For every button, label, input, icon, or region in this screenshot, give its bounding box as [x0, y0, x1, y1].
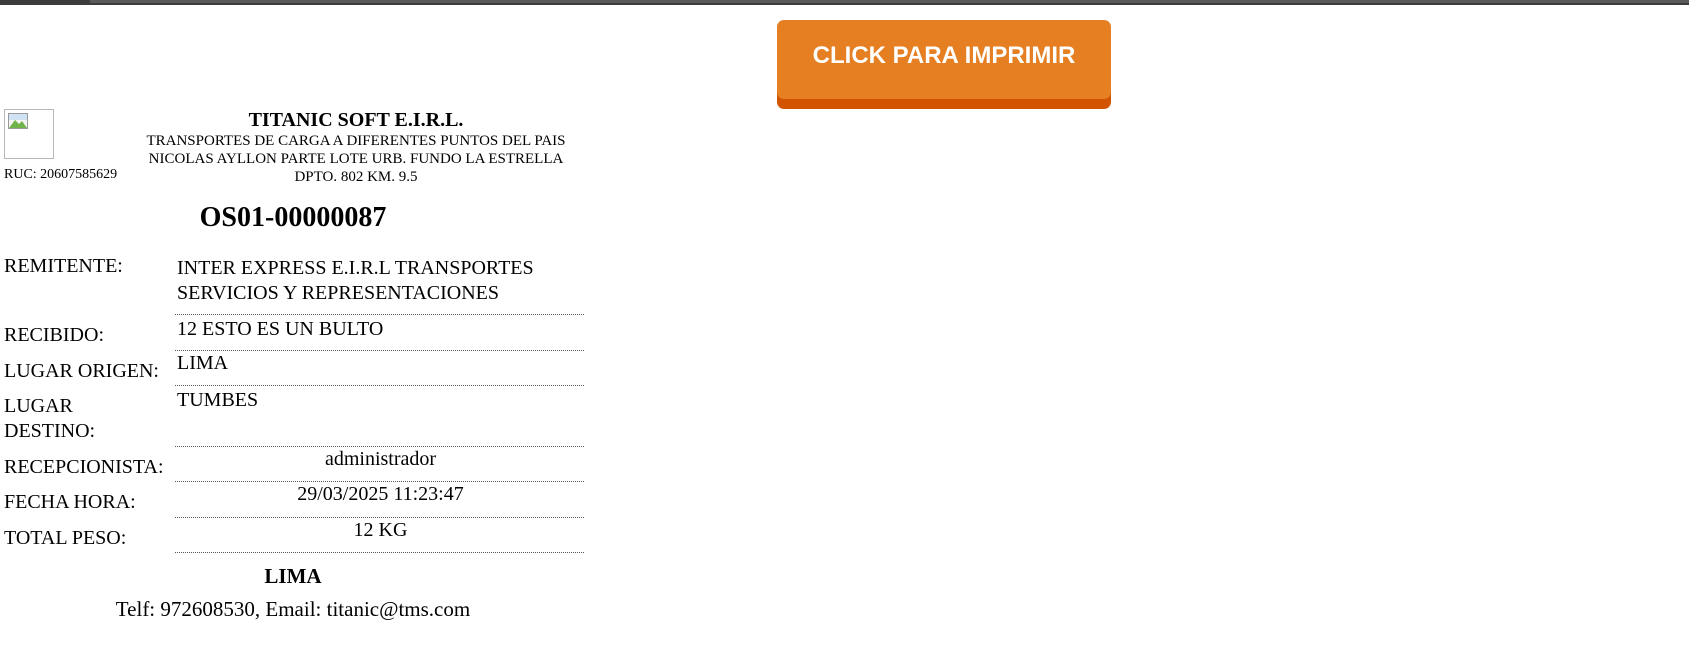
top-bar — [0, 0, 1689, 5]
footer-contact: Telf: 972608530, Email: titanic@tms.com — [115, 597, 471, 621]
field-label: LUGAR DESTINO: — [4, 395, 96, 442]
company-name: TITANIC SOFT E.I.R.L. — [248, 109, 464, 131]
print-button[interactable]: CLICK PARA IMPRIMIR — [777, 20, 1111, 99]
company-header: TITANIC SOFT E.I.R.L. TRANSPORTES DE CAR… — [130, 108, 582, 186]
footer-city: LIMA — [264, 564, 322, 588]
field-row-total-peso: TOTAL PESO: 12 KG — [4, 518, 584, 553]
field-label: REMITENTE: — [4, 255, 123, 277]
field-value: administrador — [175, 447, 584, 482]
company-address-line-1: NICOLAS AYLLON PARTE LOTE URB. FUNDO LA … — [148, 151, 564, 167]
field-row-remitente: REMITENTE: INTER EXPRESS E.I.R.L TRANSPO… — [4, 254, 584, 315]
field-value: 12 KG — [175, 518, 584, 553]
field-label: LUGAR ORIGEN: — [4, 360, 159, 382]
field-row-lugar-destino: LUGAR DESTINO: TUMBES — [4, 386, 584, 447]
field-label: RECEPCIONISTA: — [4, 456, 164, 478]
field-value: 29/03/2025 11:23:47 — [175, 482, 584, 518]
field-value: 12 ESTO ES UN BULTO — [175, 315, 584, 351]
company-description: TRANSPORTES DE CARGA A DIFERENTES PUNTOS… — [146, 133, 566, 149]
field-label: TOTAL PESO: — [4, 527, 127, 549]
order-fields: REMITENTE: INTER EXPRESS E.I.R.L TRANSPO… — [4, 254, 584, 553]
field-row-recepcionista: RECEPCIONISTA: administrador — [4, 447, 584, 482]
field-row-fecha-hora: FECHA HORA: 29/03/2025 11:23:47 — [4, 482, 584, 518]
field-value: TUMBES — [175, 386, 584, 447]
ruc-number: RUC: 20607585629 — [4, 167, 118, 182]
field-label: RECIBIDO: — [4, 324, 104, 346]
field-value: LIMA — [175, 351, 584, 386]
company-address-line-2: DPTO. 802 KM. 9.5 — [294, 169, 418, 185]
broken-image-icon — [4, 109, 54, 159]
logo-block — [4, 109, 132, 159]
field-label: FECHA HORA: — [4, 491, 136, 513]
field-value: INTER EXPRESS E.I.R.L TRANSPORTES SERVIC… — [175, 254, 584, 315]
image-placeholder-icon — [8, 113, 28, 129]
field-row-recibido: RECIBIDO: 12 ESTO ES UN BULTO — [4, 315, 584, 351]
field-row-lugar-origen: LUGAR ORIGEN: LIMA — [4, 351, 584, 386]
top-bar-inner — [90, 0, 1689, 3]
order-number: OS01-00000087 — [199, 202, 387, 233]
